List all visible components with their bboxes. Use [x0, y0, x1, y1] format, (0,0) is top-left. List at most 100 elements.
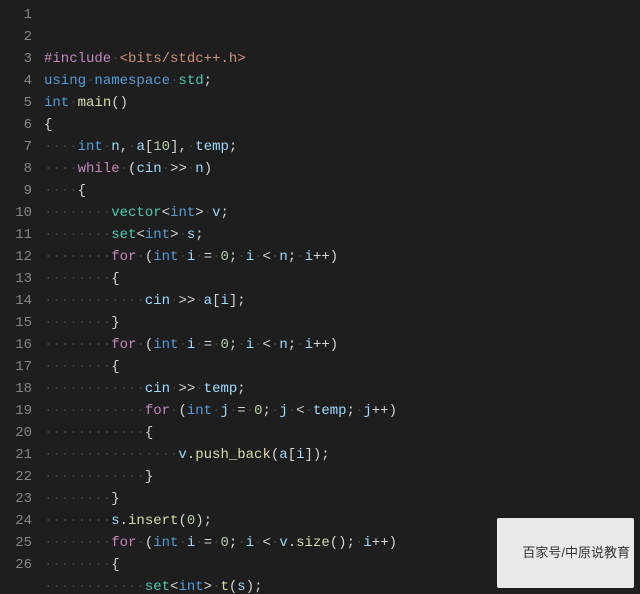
line-number: 24 — [0, 510, 32, 532]
code-line[interactable]: ········vector<int>·v; — [44, 202, 640, 224]
token-ws: · — [178, 337, 186, 353]
token-ws: · — [111, 51, 119, 67]
token-pun: ; — [195, 227, 203, 243]
token-num: 0 — [221, 337, 229, 353]
token-pun: ; — [347, 403, 355, 419]
token-pun: [ — [288, 447, 296, 463]
code-line[interactable]: ········{ — [44, 356, 640, 378]
token-ws: · — [178, 535, 186, 551]
code-editor[interactable]: 1234567891011121314151617181920212223242… — [0, 0, 640, 594]
token-var: cin — [145, 293, 170, 309]
token-pun: < — [136, 227, 144, 243]
line-number: 14 — [0, 290, 32, 312]
token-ws: · — [254, 337, 262, 353]
token-type: vector — [111, 205, 161, 221]
token-ws: · — [195, 249, 203, 265]
code-line[interactable]: ········for·(int·i·=·0;·i·<·n;·i++) — [44, 246, 640, 268]
line-number: 10 — [0, 202, 32, 224]
token-num: 0 — [221, 535, 229, 551]
token-kw: int — [153, 337, 178, 353]
line-number: 15 — [0, 312, 32, 334]
token-pun: ( — [145, 249, 153, 265]
token-pun: [ — [145, 139, 153, 155]
token-kw: int — [178, 579, 203, 594]
token-op: < — [263, 337, 271, 353]
token-pun: . — [120, 513, 128, 529]
token-ws: ········ — [44, 535, 111, 551]
line-number: 4 — [0, 70, 32, 92]
token-ws: · — [237, 249, 245, 265]
token-ws: ········ — [44, 557, 111, 573]
code-line[interactable]: { — [44, 114, 640, 136]
token-ws: · — [195, 293, 203, 309]
token-ws: ···· — [44, 183, 78, 199]
code-line[interactable]: ····int·n,·a[10],·temp; — [44, 136, 640, 158]
token-type: std — [178, 73, 203, 89]
token-ws: ············ — [44, 579, 145, 594]
token-pun: ; — [288, 337, 296, 353]
token-op: < — [263, 249, 271, 265]
token-ws: · — [178, 227, 186, 243]
code-line[interactable]: ················v.push_back(a[i]); — [44, 444, 640, 466]
token-ws: ················ — [44, 447, 178, 463]
token-op: = — [204, 535, 212, 551]
token-pun: ; — [220, 205, 228, 221]
token-kw: int — [145, 227, 170, 243]
code-area[interactable]: #include·<bits/stdc++.h>using·namespace·… — [40, 0, 640, 594]
code-line[interactable]: ············cin·>>·a[i]; — [44, 290, 640, 312]
token-ws: · — [237, 337, 245, 353]
token-pun: ; — [263, 403, 271, 419]
code-line[interactable]: ············for·(int·j·=·0;·j·<·temp;·j+… — [44, 400, 640, 422]
watermark-right: 中原说教育 — [565, 545, 630, 560]
token-var: temp — [195, 139, 229, 155]
token-op: >> — [178, 381, 195, 397]
code-line[interactable]: ············{ — [44, 422, 640, 444]
token-ws: ············ — [44, 293, 145, 309]
code-line[interactable]: ····while·(cin·>>·n) — [44, 158, 640, 180]
token-op: < — [263, 535, 271, 551]
token-pun: { — [145, 425, 153, 441]
token-var: j — [279, 403, 287, 419]
code-line[interactable]: ········{ — [44, 268, 640, 290]
token-pun: ; — [229, 139, 237, 155]
code-line[interactable]: ········} — [44, 488, 640, 510]
code-line[interactable]: ············cin·>>·temp; — [44, 378, 640, 400]
token-kw: int — [170, 205, 195, 221]
token-ws: · — [136, 249, 144, 265]
token-dir: for — [111, 337, 136, 353]
line-number: 20 — [0, 422, 32, 444]
code-line[interactable]: #include·<bits/stdc++.h> — [44, 48, 640, 70]
token-pun: ( — [178, 403, 186, 419]
token-num: 0 — [254, 403, 262, 419]
line-number: 8 — [0, 158, 32, 180]
token-ws: · — [204, 205, 212, 221]
token-fn: t — [220, 579, 228, 594]
token-fn: main — [78, 95, 112, 111]
token-kw: int — [153, 249, 178, 265]
token-ws: · — [178, 249, 186, 265]
token-pun: > — [204, 579, 212, 594]
code-line[interactable]: using·namespace·std; — [44, 70, 640, 92]
token-ws: · — [136, 535, 144, 551]
token-pun: () — [111, 95, 128, 111]
token-ws: ············ — [44, 469, 145, 485]
token-num: 0 — [187, 513, 195, 529]
token-ws: · — [296, 337, 304, 353]
token-ws: ···· — [44, 139, 78, 155]
token-ws: · — [162, 161, 170, 177]
token-dir: #include — [44, 51, 111, 67]
code-line[interactable]: ····{ — [44, 180, 640, 202]
token-ws: · — [69, 95, 77, 111]
code-line[interactable]: ········set<int>·s; — [44, 224, 640, 246]
code-line[interactable]: ········} — [44, 312, 640, 334]
code-line[interactable]: ········for·(int·i·=·0;·i·<·n;·i++) — [44, 334, 640, 356]
token-pun: ], — [170, 139, 187, 155]
line-number: 17 — [0, 356, 32, 378]
line-number: 26 — [0, 554, 32, 576]
token-pun: ( — [271, 447, 279, 463]
code-line[interactable]: int·main() — [44, 92, 640, 114]
token-op: ++ — [313, 337, 330, 353]
code-line[interactable]: ············} — [44, 466, 640, 488]
token-op: >> — [170, 161, 187, 177]
token-ws: ············ — [44, 403, 145, 419]
